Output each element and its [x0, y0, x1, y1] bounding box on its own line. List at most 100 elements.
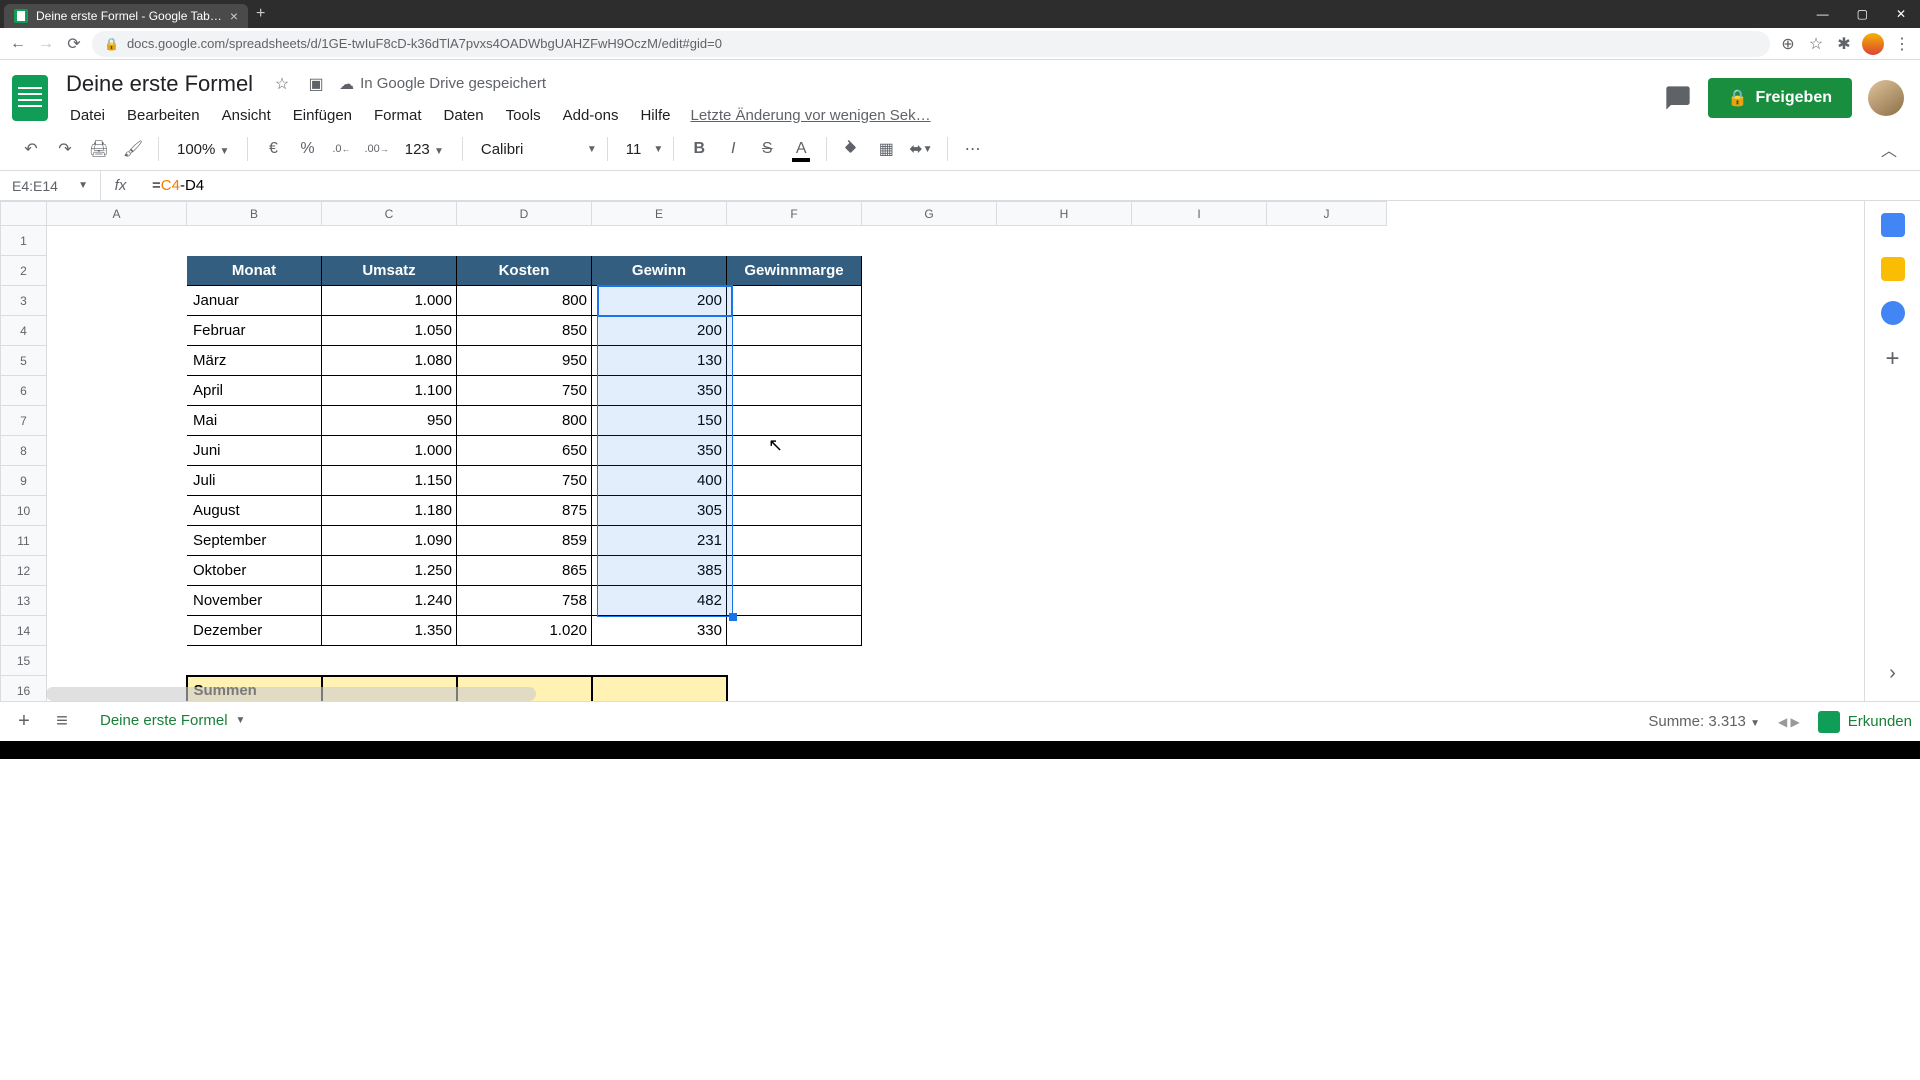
cell[interactable] [592, 646, 727, 676]
sheet-tab[interactable]: Deine erste Formel ▼ [84, 704, 261, 740]
cell[interactable]: November [187, 586, 322, 616]
cell[interactable] [997, 556, 1132, 586]
cell[interactable] [1132, 346, 1267, 376]
cell[interactable]: 350 [592, 376, 727, 406]
cell[interactable]: 875 [457, 496, 592, 526]
text-color-button[interactable]: A [786, 134, 816, 164]
cell[interactable] [997, 466, 1132, 496]
cell[interactable] [727, 646, 862, 676]
row-header[interactable]: 4 [1, 316, 47, 346]
column-header[interactable]: A [47, 202, 187, 226]
cell[interactable] [1267, 286, 1387, 316]
cell[interactable]: Kosten [457, 256, 592, 286]
cell[interactable] [1132, 286, 1267, 316]
cell[interactable] [1267, 646, 1387, 676]
cell[interactable]: Juli [187, 466, 322, 496]
row-header[interactable]: 1 [1, 226, 47, 256]
cell[interactable] [187, 226, 322, 256]
cell[interactable] [997, 676, 1132, 702]
cell[interactable] [47, 556, 187, 586]
column-header[interactable]: E [592, 202, 727, 226]
chevron-down-icon[interactable]: ▼ [78, 180, 88, 191]
column-header[interactable]: G [862, 202, 997, 226]
column-header[interactable]: B [187, 202, 322, 226]
cell[interactable] [862, 526, 997, 556]
row-header[interactable]: 5 [1, 346, 47, 376]
fill-handle[interactable] [729, 613, 737, 621]
expand-side-panel-icon[interactable]: › [1889, 662, 1896, 685]
menu-insert[interactable]: Einfügen [283, 103, 362, 128]
italic-button[interactable]: I [718, 134, 748, 164]
cell[interactable] [592, 676, 727, 702]
cell[interactable] [1267, 466, 1387, 496]
row-header[interactable]: 15 [1, 646, 47, 676]
cell[interactable]: 1.050 [322, 316, 457, 346]
cell[interactable]: Juni [187, 436, 322, 466]
cell[interactable]: 200 [592, 286, 727, 316]
cell[interactable] [1267, 226, 1387, 256]
cell[interactable]: 750 [457, 466, 592, 496]
account-avatar[interactable] [1868, 80, 1904, 116]
zoom-indicator-icon[interactable]: ⊕ [1778, 34, 1798, 54]
cell[interactable]: 1.090 [322, 526, 457, 556]
chevron-down-icon[interactable]: ▼ [236, 715, 246, 726]
sheets-logo-icon[interactable] [8, 68, 52, 128]
cell[interactable]: August [187, 496, 322, 526]
cell[interactable] [47, 346, 187, 376]
cell[interactable] [997, 496, 1132, 526]
cell[interactable]: 950 [322, 406, 457, 436]
column-header[interactable]: D [457, 202, 592, 226]
cell[interactable]: 1.250 [322, 556, 457, 586]
cell[interactable] [1132, 376, 1267, 406]
cell[interactable] [1132, 316, 1267, 346]
cell[interactable] [862, 256, 997, 286]
extensions-icon[interactable]: ✱ [1834, 34, 1854, 54]
cell[interactable] [862, 376, 997, 406]
cell[interactable] [1267, 616, 1387, 646]
cell[interactable] [727, 526, 862, 556]
cell[interactable]: Monat [187, 256, 322, 286]
cell[interactable] [862, 466, 997, 496]
keep-icon[interactable] [1881, 257, 1905, 281]
cell[interactable] [1267, 256, 1387, 286]
cell[interactable] [1267, 586, 1387, 616]
horizontal-scrollbar[interactable] [46, 687, 536, 701]
spreadsheet-grid[interactable]: ABCDEFGHIJ 12MonatUmsatzKostenGewinnGewi… [0, 201, 1864, 701]
cell[interactable] [997, 286, 1132, 316]
cell[interactable]: 950 [457, 346, 592, 376]
cell[interactable] [47, 226, 187, 256]
font-size-select[interactable]: 11 [618, 141, 650, 158]
cell[interactable] [47, 526, 187, 556]
row-header[interactable]: 14 [1, 616, 47, 646]
cell[interactable]: 130 [592, 346, 727, 376]
cell[interactable] [47, 586, 187, 616]
cell[interactable] [47, 496, 187, 526]
paint-format-button[interactable]: 🖌 [118, 134, 148, 164]
cell[interactable]: 800 [457, 406, 592, 436]
row-header[interactable]: 12 [1, 556, 47, 586]
cell[interactable]: 1.080 [322, 346, 457, 376]
formula-input[interactable]: =C4-D4 [140, 171, 1920, 200]
cell[interactable]: 1.020 [457, 616, 592, 646]
last-edit-link[interactable]: Letzte Änderung vor wenigen Sek… [682, 103, 938, 128]
cell[interactable] [47, 316, 187, 346]
cell[interactable] [997, 436, 1132, 466]
more-tools-button[interactable]: ⋯ [958, 134, 988, 164]
row-header[interactable]: 9 [1, 466, 47, 496]
cell[interactable]: 1.350 [322, 616, 457, 646]
cell[interactable] [862, 226, 997, 256]
cell[interactable] [1267, 376, 1387, 406]
cell[interactable] [862, 406, 997, 436]
cell[interactable] [862, 556, 997, 586]
cell[interactable] [862, 316, 997, 346]
cell[interactable] [997, 226, 1132, 256]
row-header[interactable]: 8 [1, 436, 47, 466]
redo-button[interactable]: ↷ [50, 134, 80, 164]
favorite-icon[interactable]: ☆ [1806, 34, 1826, 54]
add-addon-icon[interactable]: + [1885, 345, 1899, 373]
cell[interactable] [1132, 496, 1267, 526]
cell[interactable]: 859 [457, 526, 592, 556]
cell[interactable] [727, 376, 862, 406]
cell[interactable]: März [187, 346, 322, 376]
cell[interactable] [1267, 406, 1387, 436]
